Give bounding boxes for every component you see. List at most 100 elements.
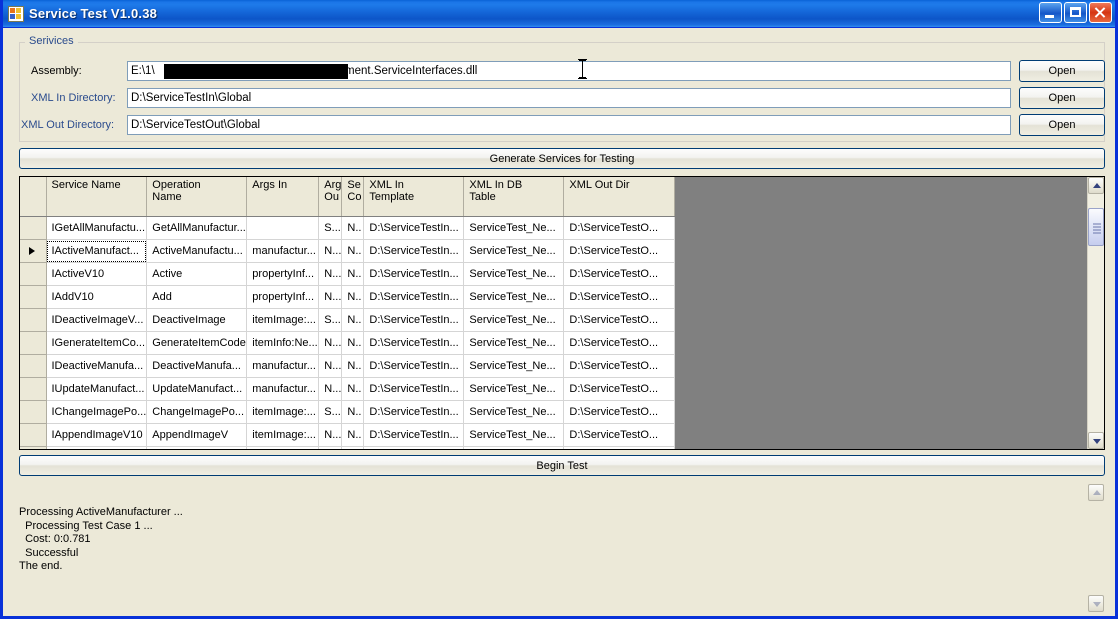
table-row[interactable]: IDeactiveImageV... DeactiveImage itemImage… [20,308,676,332]
table-cell[interactable]: propertyInf... [246,262,320,286]
table-cell[interactable]: propertyInf... [246,285,320,309]
table-cell[interactable]: DeactiveManufa... [146,354,248,378]
begin-test-button[interactable]: Begin Test [19,455,1105,476]
table-cell[interactable]: Active [146,262,248,286]
row-selector-cell[interactable] [20,331,47,355]
maximize-button[interactable] [1064,2,1087,23]
table-cell[interactable]: ServiceTest_Ne... [463,285,565,309]
column-header-xml-out-dir[interactable]: XML Out Dir [563,177,676,217]
table-cell[interactable]: D:\ServiceTestO... [563,216,676,240]
table-row[interactable]: IDeactiveManufa... DeactiveManufa... manuf… [20,354,676,378]
table-cell[interactable]: N... [318,262,343,286]
table-cell[interactable]: ServiceTest_Ne... [463,262,565,286]
table-cell[interactable]: D:\ServiceTestIn... [363,285,465,309]
table-cell[interactable]: ChangeImagePo... [146,400,248,424]
row-selector-header[interactable] [20,177,47,217]
table-cell[interactable]: D:\ServiceTestIn... [363,216,465,240]
table-cell[interactable]: IDeactiveManufa... [46,354,148,378]
table-cell[interactable]: CheckDuplicateS... [146,446,248,449]
table-cell[interactable]: ServiceTest_Ne... [463,354,565,378]
table-row[interactable]: IAppendImageV10 AppendImageV itemImage:...… [20,423,676,447]
xml-out-directory-input[interactable]: D:\ServiceTestOut\Global [127,115,1011,135]
table-cell[interactable]: N.. [341,446,365,449]
table-cell[interactable]: ServiceTest_Ne... [463,216,565,240]
table-cell[interactable]: D:\ServiceTestIn... [363,331,465,355]
row-selector-cell[interactable] [20,239,47,263]
table-cell[interactable]: IUpdateManufact... [46,377,148,401]
table-row[interactable]: IGetAllManufactu... GetAllManufactur... S.… [20,216,676,240]
log-scroll-down-button[interactable] [1088,595,1104,612]
table-cell[interactable]: ServiceTest_Ne... [463,446,565,449]
table-cell[interactable]: N.. [341,308,365,332]
table-cell[interactable]: UpdateManufact... [146,377,248,401]
datagrid-scrollbar[interactable] [1087,177,1104,449]
generate-services-button[interactable]: Generate Services for Testing [19,148,1105,169]
log-scroll-up-button[interactable] [1088,484,1104,501]
table-cell[interactable]: AppendImageV [146,423,248,447]
row-selector-cell[interactable] [20,262,47,286]
table-cell[interactable]: manufactur... [246,354,320,378]
table-cell[interactable]: D:\ServiceTestIn... [363,423,465,447]
row-selector-cell[interactable] [20,308,47,332]
table-cell[interactable]: D:\ServiceTestO... [563,239,676,263]
table-cell[interactable]: itemInfo:Ne... [246,446,320,449]
table-cell[interactable]: S... [318,308,343,332]
row-selector-cell[interactable] [20,400,47,424]
table-cell[interactable]: D:\ServiceTestIn... [363,239,465,263]
table-cell[interactable]: IChangeImagePo... [46,400,148,424]
table-cell[interactable]: ServiceTest_Ne... [463,423,565,447]
table-cell[interactable]: Add [146,285,248,309]
table-row[interactable]: IChangeImagePo... ChangeImagePo... itemIma… [20,400,676,424]
table-cell[interactable]: S... [318,400,343,424]
row-selector-cell[interactable] [20,216,47,240]
services-datagrid[interactable]: Service Name Operation Name Args In Arg … [19,176,1105,450]
table-row[interactable]: IActiveV10 Active propertyInf... N... N.. D:\… [20,262,676,286]
table-cell[interactable]: D:\ServiceTestO... [563,285,676,309]
table-cell[interactable]: D:\ServiceTestO... [563,423,676,447]
table-cell[interactable]: D:\ServiceTestIn... [363,446,465,449]
assembly-input[interactable]: E:\1\ ement.ServiceInterfaces.dll [127,61,1011,81]
table-cell[interactable]: D:\ServiceTestIn... [363,354,465,378]
table-cell[interactable]: N... [318,354,343,378]
table-cell[interactable]: D:\ServiceTestIn... [363,262,465,286]
table-row[interactable]: IAddV10 Add propertyInf... N... N.. D:\Servic… [20,285,676,309]
assembly-open-button[interactable]: Open [1019,60,1105,82]
table-cell[interactable]: N.. [341,262,365,286]
table-cell[interactable]: D:\ServiceTestIn... [363,377,465,401]
scroll-down-button[interactable] [1088,432,1104,449]
table-cell[interactable]: N.. [341,377,365,401]
table-cell[interactable]: N... [318,331,343,355]
table-cell[interactable]: IAddV10 [46,285,148,309]
table-cell[interactable]: itemImage:... [246,400,320,424]
scroll-up-button[interactable] [1088,177,1104,194]
table-cell[interactable]: IGenerateItemCo... [46,331,148,355]
xml-in-open-button[interactable]: Open [1019,87,1105,109]
table-cell[interactable]: IAppendImageV10 [46,423,148,447]
table-cell[interactable]: N... [318,239,343,263]
table-row[interactable]: IActiveManufact... ActiveManufactu... manu… [20,239,676,263]
table-cell[interactable]: N.. [341,239,365,263]
table-cell[interactable]: ServiceTest_Ne... [463,400,565,424]
table-cell[interactable]: itemInfo:Ne... [246,331,320,355]
table-cell[interactable]: N... [318,377,343,401]
table-cell[interactable]: ActiveManufactu... [146,239,248,263]
table-row[interactable]: ICheckDuplicate...CheckDuplicateS...item… [20,446,676,449]
table-cell[interactable]: itemImage:... [246,308,320,332]
row-selector-cell[interactable] [20,285,47,309]
table-cell[interactable]: N.. [341,400,365,424]
row-selector-cell[interactable] [20,354,47,378]
table-row[interactable]: IGenerateItemCo... GenerateItemCode itemIn… [20,331,676,355]
table-cell[interactable]: D:\ServiceTestO... [563,354,676,378]
column-header-service-code[interactable]: Se Co [341,177,365,217]
table-cell[interactable]: GetAllManufactur... [146,216,248,240]
column-header-xml-in-template[interactable]: XML In Template [363,177,465,217]
table-cell[interactable]: D:\ServiceTestO... [563,331,676,355]
table-cell[interactable] [246,216,320,240]
row-selector-cell[interactable] [20,446,47,449]
table-cell[interactable]: ServiceTest_Ne... [463,331,565,355]
column-header-operation-name[interactable]: Operation Name [146,177,248,217]
table-cell[interactable]: IDeactiveImageV... [46,308,148,332]
table-cell[interactable]: IActiveV10 [46,262,148,286]
table-cell[interactable]: itemImage:... [246,423,320,447]
table-cell[interactable]: N.. [341,216,365,240]
